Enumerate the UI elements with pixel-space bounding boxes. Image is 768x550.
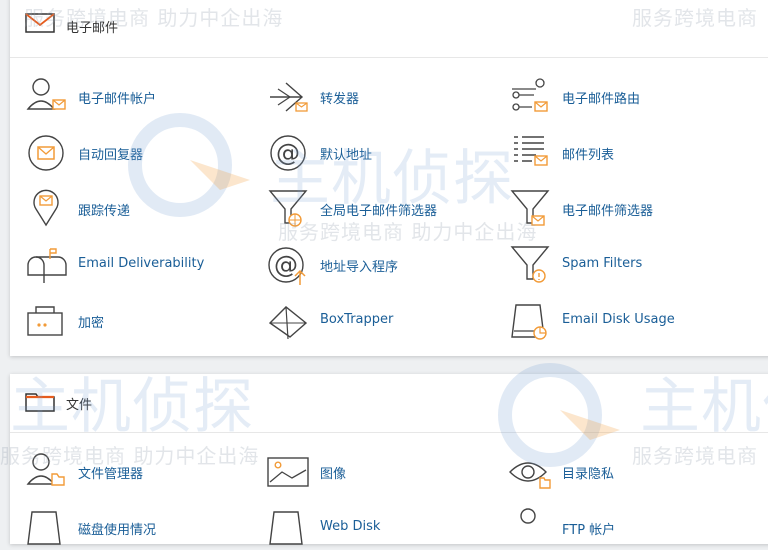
boxtrapper-link[interactable]: BoxTrapper: [266, 299, 496, 343]
folder-icon: [25, 391, 55, 413]
mailing-lists-link[interactable]: 邮件列表: [508, 131, 738, 175]
files-panel-header[interactable]: 文件: [10, 374, 768, 433]
item-label: 跟踪传递: [78, 204, 131, 219]
email-panel-header[interactable]: 电子邮件: [10, 0, 768, 58]
encryption-link[interactable]: 加密: [24, 299, 254, 343]
spam-filter-icon: [508, 243, 552, 287]
item-label: 文件管理器: [78, 467, 144, 482]
envelope-icon: [25, 12, 55, 34]
item-label: 电子邮件帐户: [78, 92, 157, 107]
item-label: FTP 帐户: [562, 523, 616, 538]
item-label: 邮件列表: [562, 148, 615, 163]
item-label: 地址导入程序: [320, 260, 399, 275]
file-manager-link[interactable]: 文件管理器: [24, 450, 254, 494]
email-account-icon: [24, 75, 68, 119]
global-filter-icon: [266, 187, 310, 231]
svg-text:@: @: [276, 139, 300, 167]
encryption-icon: [24, 299, 68, 343]
autoresponder-icon: [24, 131, 68, 175]
disk-usage-link[interactable]: 磁盘使用情况: [24, 506, 254, 550]
item-label: Email Deliverability: [78, 256, 205, 271]
item-label: BoxTrapper: [320, 312, 394, 327]
address-importer-link[interactable]: @ 地址导入程序: [266, 243, 496, 287]
ftp-accounts-link[interactable]: FTP 帐户: [508, 506, 738, 550]
email-routing-icon: [508, 75, 552, 119]
spam-filters-link[interactable]: Spam Filters: [508, 243, 738, 287]
default-address-link[interactable]: @ 默认地址: [266, 131, 496, 175]
item-label: Spam Filters: [562, 256, 643, 271]
directory-privacy-link[interactable]: 目录隐私: [508, 450, 738, 494]
email-panel: 电子邮件 电子邮件帐户 转发器 电子邮件路由 自动回复器 @ 默认地址 邮件列表…: [10, 0, 768, 356]
default-address-icon: @: [266, 131, 310, 175]
email-disk-usage-icon: [508, 299, 552, 343]
files-section-title: 文件: [66, 398, 93, 413]
track-delivery-icon: [24, 187, 68, 231]
item-label: 目录隐私: [562, 467, 615, 482]
file-manager-icon: [24, 450, 68, 494]
files-panel: 文件 文件管理器 图像 目录隐私 磁盘使用情况 Web Disk FTP 帐户: [10, 374, 768, 545]
global-email-filters-link[interactable]: 全局电子邮件筛选器: [266, 187, 496, 231]
images-icon: [266, 450, 310, 494]
web-disk-icon: [266, 506, 310, 550]
email-filters-link[interactable]: 电子邮件筛选器: [508, 187, 738, 231]
email-deliverability-link[interactable]: Email Deliverability: [24, 243, 254, 287]
forwarders-link[interactable]: 转发器: [266, 75, 496, 119]
item-label: 默认地址: [320, 148, 373, 163]
item-label: Web Disk: [320, 519, 381, 534]
address-importer-icon: @: [266, 243, 310, 287]
email-disk-usage-link[interactable]: Email Disk Usage: [508, 299, 738, 343]
item-label: 图像: [320, 467, 347, 482]
item-label: 自动回复器: [78, 148, 144, 163]
email-accounts-link[interactable]: 电子邮件帐户: [24, 75, 254, 119]
item-label: 全局电子邮件筛选器: [320, 204, 438, 219]
web-disk-link[interactable]: Web Disk: [266, 506, 496, 550]
boxtrapper-icon: [266, 299, 310, 343]
directory-privacy-icon: [508, 450, 552, 494]
item-label: 磁盘使用情况: [78, 523, 157, 538]
disk-usage-icon: [24, 506, 68, 550]
item-label: 转发器: [320, 92, 360, 107]
mailbox-icon: [24, 243, 68, 287]
item-label: 加密: [78, 316, 105, 331]
item-label: 电子邮件路由: [562, 92, 641, 107]
mailing-list-icon: [508, 131, 552, 175]
email-routing-link[interactable]: 电子邮件路由: [508, 75, 738, 119]
item-label: 电子邮件筛选器: [562, 204, 654, 219]
track-delivery-link[interactable]: 跟踪传递: [24, 187, 254, 231]
forwarder-icon: [266, 75, 310, 119]
images-link[interactable]: 图像: [266, 450, 496, 494]
email-section-title: 电子邮件: [66, 21, 119, 36]
item-label: Email Disk Usage: [562, 312, 675, 327]
email-filter-icon: [508, 187, 552, 231]
ftp-account-icon: [508, 506, 552, 550]
autoresponders-link[interactable]: 自动回复器: [24, 131, 254, 175]
svg-text:@: @: [274, 251, 298, 279]
